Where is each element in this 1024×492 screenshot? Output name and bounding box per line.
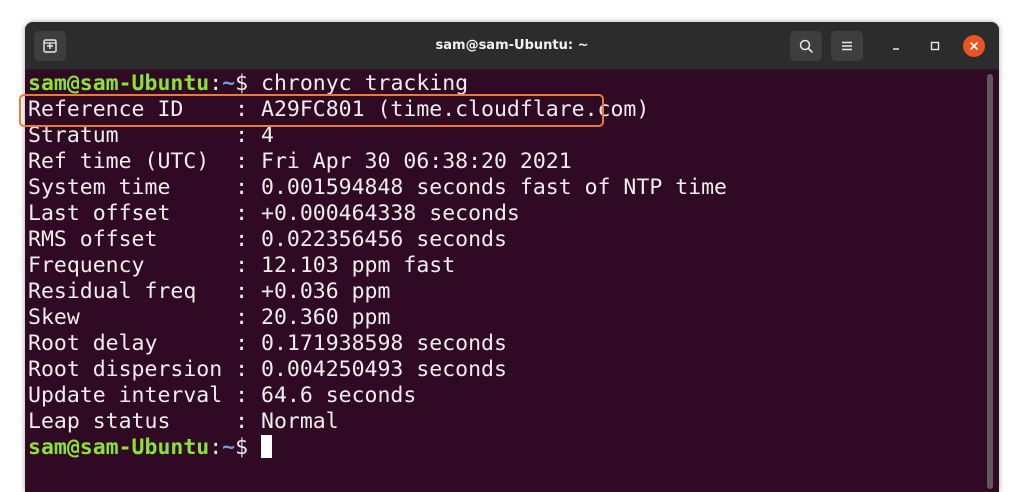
command-text: chronyc tracking [261,71,469,96]
current-prompt-line[interactable]: sam@sam-Ubuntu:~$ [28,435,983,461]
search-icon [799,39,813,53]
maximize-icon [930,41,940,51]
output-line-leap-status: Leap status : Normal [28,409,339,434]
output-line-system-time: System time : 0.001594848 seconds fast o… [28,175,727,200]
scrollbar[interactable] [987,74,993,489]
menu-button[interactable] [831,31,863,61]
output-line-root-dispersion: Root dispersion : 0.004250493 seconds [28,357,507,382]
output-line-ref-time: Ref time (UTC) : Fri Apr 30 06:38:20 202… [28,149,572,174]
search-button[interactable] [790,31,822,61]
output-line-update-interval: Update interval : 64.6 seconds [28,383,417,408]
prompt-dollar: $ [235,435,262,460]
command-line: sam@sam-Ubuntu:~$ chronyc tracking [28,71,983,97]
prompt-colon: : [209,71,223,96]
new-tab-button[interactable] [34,31,66,61]
prompt-path: ~ [222,71,236,96]
output-line-frequency: Frequency : 12.103 ppm fast [28,253,456,278]
output-line-root-delay: Root delay : 0.171938598 seconds [28,331,507,356]
prompt-dollar: $ [235,71,262,96]
text-cursor [261,435,273,458]
output-line-stratum: Stratum : 4 [28,123,274,148]
close-button[interactable] [963,35,985,57]
minimize-icon [893,48,899,50]
prompt-path: ~ [222,435,236,460]
output-line-residual-freq: Residual freq : +0.036 ppm [28,279,391,304]
output-line-last-offset: Last offset : +0.000464338 seconds [28,201,520,226]
output-line-skew: Skew : 20.360 ppm [28,305,391,330]
prompt-user: sam@sam-Ubuntu [28,71,210,96]
terminal-output-area[interactable]: sam@sam-Ubuntu:~$ chronyc tracking Refer… [28,71,983,492]
hamburger-menu-icon [842,41,852,51]
output-line-rms-offset: RMS offset : 0.022356456 seconds [28,227,507,252]
new-tab-icon [43,39,57,53]
terminal-window: sam@sam-Ubuntu: ~ sam@sam-Ubuntu:~$ chro… [25,22,999,492]
output-line-reference-id: Reference ID : A29FC801 (time.cloudflare… [28,97,650,122]
title-bar[interactable]: sam@sam-Ubuntu: ~ [25,22,999,70]
maximize-button[interactable] [924,35,946,57]
prompt-colon: : [209,435,223,460]
minimize-button[interactable] [885,35,907,57]
prompt-user: sam@sam-Ubuntu [28,435,210,460]
close-icon [970,42,978,50]
